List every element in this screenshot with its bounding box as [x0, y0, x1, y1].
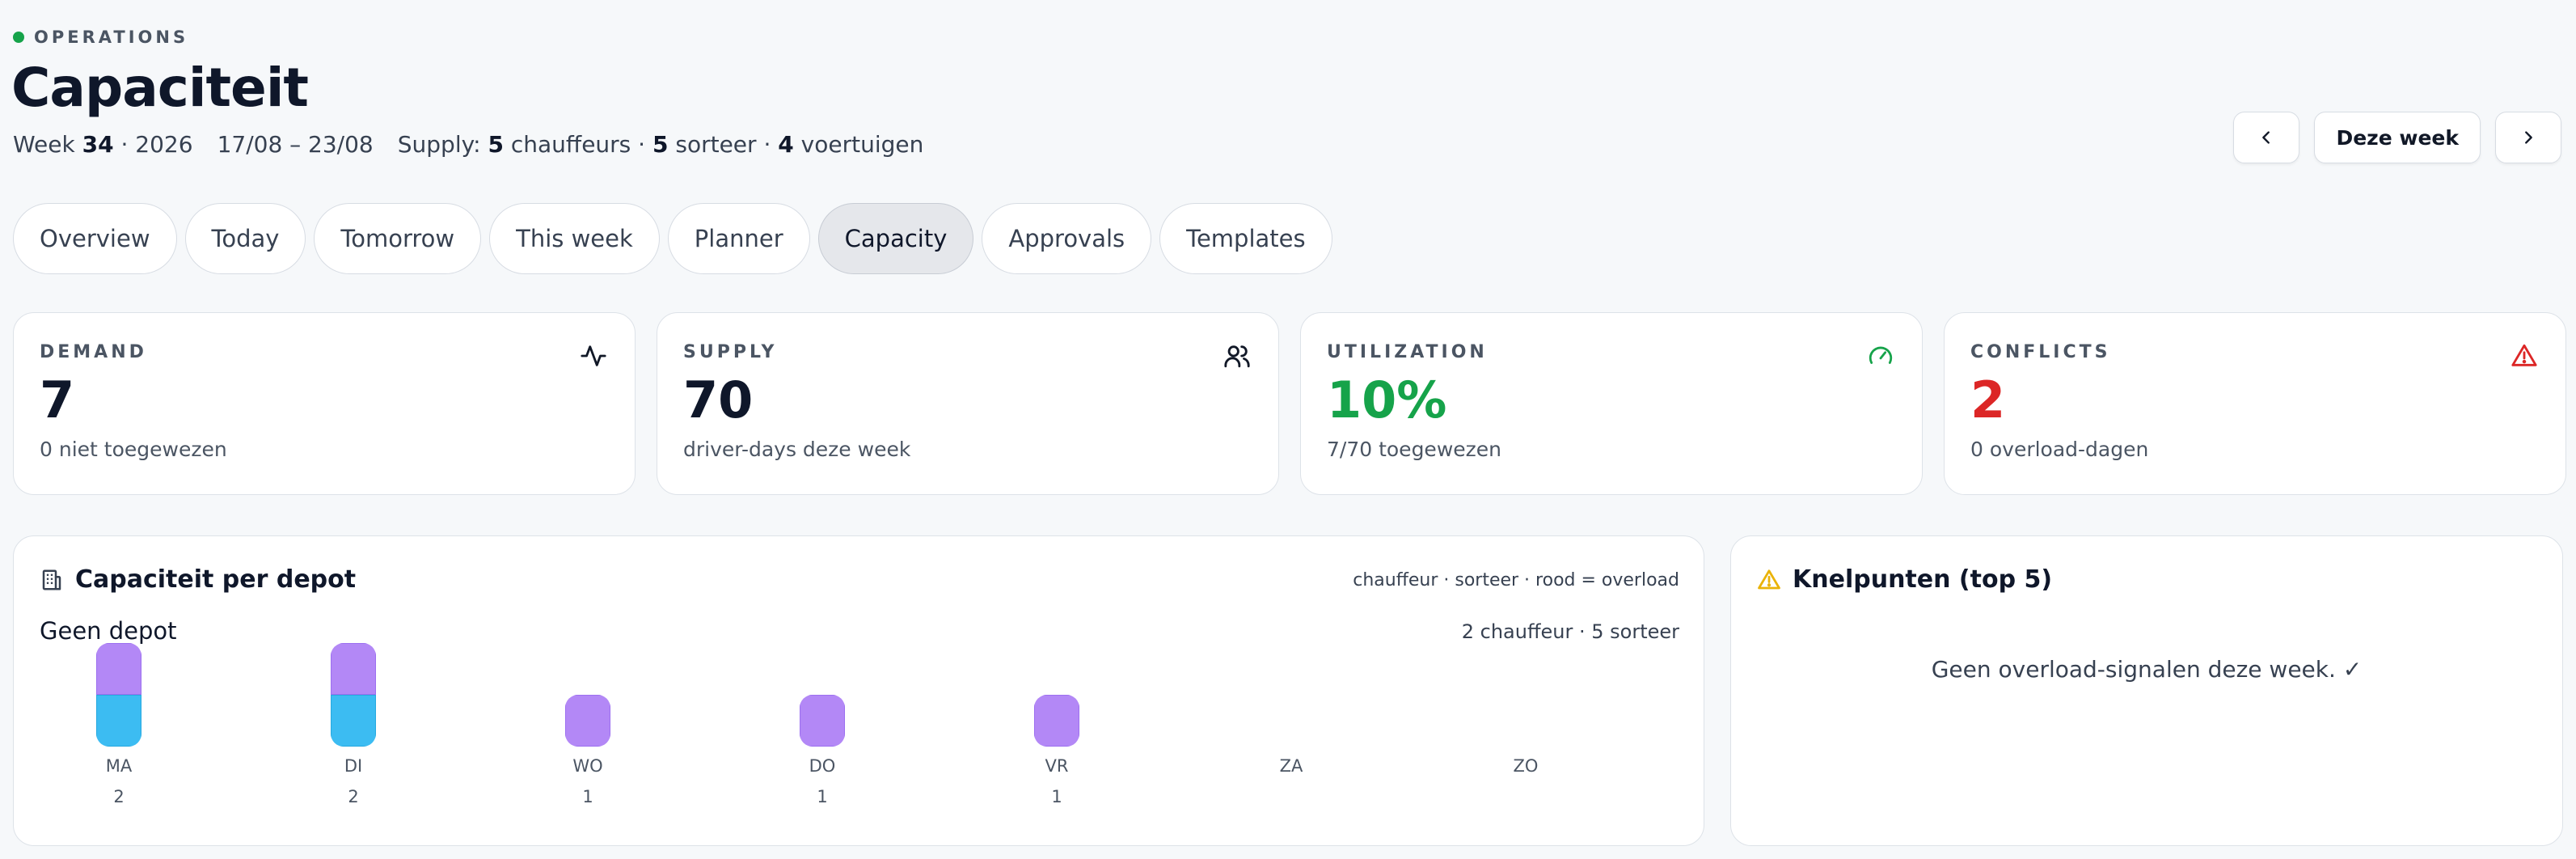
warning-icon — [1758, 569, 1780, 589]
status-dot — [13, 32, 24, 43]
bottlenecks-panel: Knelpunten (top 5) Geen overload-signale… — [1730, 535, 2563, 846]
chevron-right-icon — [2525, 131, 2532, 144]
tab-overview[interactable]: Overview — [13, 203, 177, 274]
tab-tomorrow[interactable]: Tomorrow — [314, 203, 482, 274]
day-count: 1 — [1051, 787, 1062, 806]
kpi-utilization-card: UTILIZATION 10% 7/70 toegewezen — [1300, 312, 1923, 495]
sorteer-segment — [800, 695, 845, 747]
day-column-za: ZA — [1243, 650, 1340, 827]
empty-state-message: Geen overload-signalen deze week. ✓ — [1931, 656, 2363, 683]
chauffeur-segment — [96, 695, 141, 747]
week-meta: Week 34 · 2026 17/08 – 23/08 Supply: 5 c… — [13, 131, 924, 158]
tab-approvals[interactable]: Approvals — [982, 203, 1152, 274]
kpi-subtext: driver-days deze week — [683, 438, 911, 462]
week-navigation: Deze week — [2233, 112, 2561, 163]
day-label: ZO — [1513, 756, 1539, 776]
kpi-row: DEMAND 7 0 niet toegewezen SUPPLY 70 dri… — [13, 312, 2566, 495]
activity-icon — [581, 345, 606, 366]
day-count: 1 — [582, 787, 593, 806]
tab-bar: Overview Today Tomorrow This week Planne… — [13, 203, 1332, 274]
kpi-value: 7 — [40, 370, 75, 430]
day-bars: MA 2 DI 2 WO 1 DO 1 VR 1 ZA ZO — [14, 643, 1704, 827]
sorteer-segment — [331, 643, 376, 695]
panel-title: Capaciteit per depot — [75, 565, 357, 594]
day-label: ZA — [1279, 756, 1303, 776]
sorteer-segment — [565, 695, 610, 747]
capacity-bar — [1034, 695, 1079, 747]
section-eyebrow: OPERATIONS — [13, 28, 188, 47]
day-column-do: DO 1 — [774, 650, 871, 827]
kpi-label: SUPPLY — [683, 342, 778, 362]
chauffeur-segment — [331, 695, 376, 747]
day-column-vr: VR 1 — [1008, 650, 1105, 827]
panel-title: Knelpunten (top 5) — [1793, 565, 2053, 594]
day-count: 2 — [348, 787, 359, 806]
date-range: 17/08 – 23/08 — [217, 131, 374, 158]
building-icon — [42, 569, 61, 590]
chart-legend: chauffeur · sorteer · rood = overload — [1353, 570, 1679, 590]
day-count: 2 — [113, 787, 125, 806]
depot-capacity-panel: Capaciteit per depot chauffeur · sorteer… — [13, 535, 1704, 846]
day-count: 1 — [817, 787, 828, 806]
day-column-di: DI 2 — [305, 643, 402, 827]
this-week-button[interactable]: Deze week — [2314, 112, 2481, 163]
chevron-left-icon — [2262, 131, 2270, 144]
day-column-ma: MA 2 — [70, 643, 167, 827]
users-icon — [1224, 345, 1250, 368]
kpi-subtext: 0 overload-dagen — [1970, 438, 2149, 462]
kpi-label: UTILIZATION — [1327, 342, 1488, 362]
depot-name: Geen depot — [40, 617, 177, 645]
tab-templates[interactable]: Templates — [1159, 203, 1332, 274]
tab-capacity[interactable]: Capacity — [817, 203, 974, 274]
kpi-value: 10% — [1327, 370, 1447, 430]
kpi-label: CONFLICTS — [1970, 342, 2111, 362]
sorteer-segment — [96, 643, 141, 695]
panel-header: Capaciteit per depot — [40, 565, 356, 594]
kpi-value: 2 — [1970, 370, 2006, 430]
kpi-subtext: 0 niet toegewezen — [40, 438, 227, 462]
alert-triangle-icon — [2511, 344, 2537, 366]
tab-this-week[interactable]: This week — [489, 203, 660, 274]
sorteer-segment — [1034, 695, 1079, 747]
capacity-bar — [331, 643, 376, 747]
previous-week-button[interactable] — [2233, 112, 2300, 163]
tab-planner[interactable]: Planner — [667, 203, 810, 274]
kpi-subtext: 7/70 toegewezen — [1327, 438, 1501, 462]
day-column-wo: WO 1 — [539, 650, 636, 827]
kpi-conflicts-card: CONFLICTS 2 0 overload-dagen — [1944, 312, 2566, 495]
kpi-demand-card: DEMAND 7 0 niet toegewezen — [13, 312, 636, 495]
eyebrow-label: OPERATIONS — [34, 28, 189, 47]
page-title: Capaciteit — [11, 57, 309, 119]
kpi-supply-card: SUPPLY 70 driver-days deze week — [657, 312, 1279, 495]
depot-summary: 2 chauffeur · 5 sorteer — [1461, 620, 1679, 643]
next-week-button[interactable] — [2495, 112, 2561, 163]
day-label: WO — [572, 756, 603, 776]
week-number: 34 — [82, 131, 114, 158]
kpi-value: 70 — [683, 370, 754, 430]
capacity-bar — [96, 643, 141, 747]
panel-header: Knelpunten (top 5) — [1757, 565, 2052, 594]
day-label: DO — [809, 756, 836, 776]
capacity-bar — [565, 695, 610, 747]
tab-today[interactable]: Today — [184, 203, 306, 274]
day-label: DI — [344, 756, 363, 776]
kpi-label: DEMAND — [40, 342, 147, 362]
day-column-zo: ZO — [1477, 650, 1574, 827]
gauge-icon — [1869, 346, 1893, 364]
day-label: MA — [105, 756, 133, 776]
capacity-bar — [800, 695, 845, 747]
day-label: VR — [1045, 756, 1069, 776]
